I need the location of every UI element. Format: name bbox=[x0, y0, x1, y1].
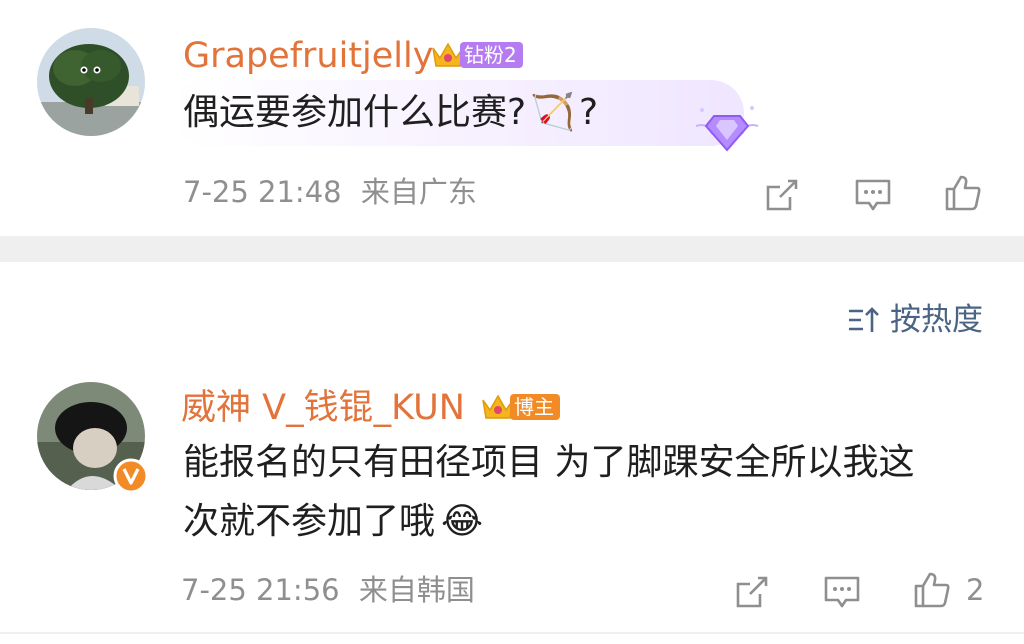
like-count: 2 bbox=[966, 573, 985, 607]
like-icon[interactable] bbox=[943, 173, 983, 213]
comment-icon[interactable] bbox=[853, 175, 893, 215]
comment-text-line2: 次就不参加了哦 😂 bbox=[183, 497, 483, 547]
avatar[interactable] bbox=[37, 28, 145, 136]
comment-text-line1: 能报名的只有田径项目 为了脚踝安全所以我这 bbox=[183, 442, 915, 483]
comment-meta: 7-25 21:48 来自广东 bbox=[183, 175, 477, 209]
badge-label: 博主 bbox=[510, 394, 560, 420]
share-icon[interactable] bbox=[762, 175, 802, 215]
fan-badge: 钻粉2 bbox=[430, 38, 523, 72]
blogger-badge: 博主 bbox=[480, 390, 560, 424]
comment-time: 7-25 21:48 bbox=[183, 175, 342, 209]
sort-icon bbox=[846, 302, 882, 338]
comment-location: 来自韩国 bbox=[358, 573, 475, 607]
sort-toggle[interactable]: 按热度 bbox=[846, 300, 983, 340]
badge-label: 钻粉2 bbox=[460, 42, 523, 68]
comment-text: 偶运要参加什么比赛? 🏹 ? bbox=[183, 88, 598, 138]
bottom-divider bbox=[0, 632, 1024, 634]
bow-arrow-emoji: 🏹 bbox=[530, 92, 575, 133]
sort-label: 按热度 bbox=[890, 302, 983, 338]
section-divider bbox=[0, 236, 1024, 262]
username[interactable]: Grapefruitjelly bbox=[183, 36, 433, 76]
share-icon[interactable] bbox=[732, 572, 772, 612]
verified-icon bbox=[113, 458, 149, 494]
like-icon[interactable] bbox=[912, 570, 952, 610]
diamond-sticker-icon bbox=[694, 98, 760, 158]
laughing-emoji: 😂 bbox=[441, 501, 484, 542]
comment-location: 来自广东 bbox=[360, 175, 477, 209]
comment-time: 7-25 21:56 bbox=[181, 573, 340, 607]
username[interactable]: 威神 V_钱锟_KUN bbox=[181, 388, 465, 428]
comment-icon[interactable] bbox=[822, 572, 862, 612]
comment-meta: 7-25 21:56 来自韩国 bbox=[181, 573, 475, 607]
